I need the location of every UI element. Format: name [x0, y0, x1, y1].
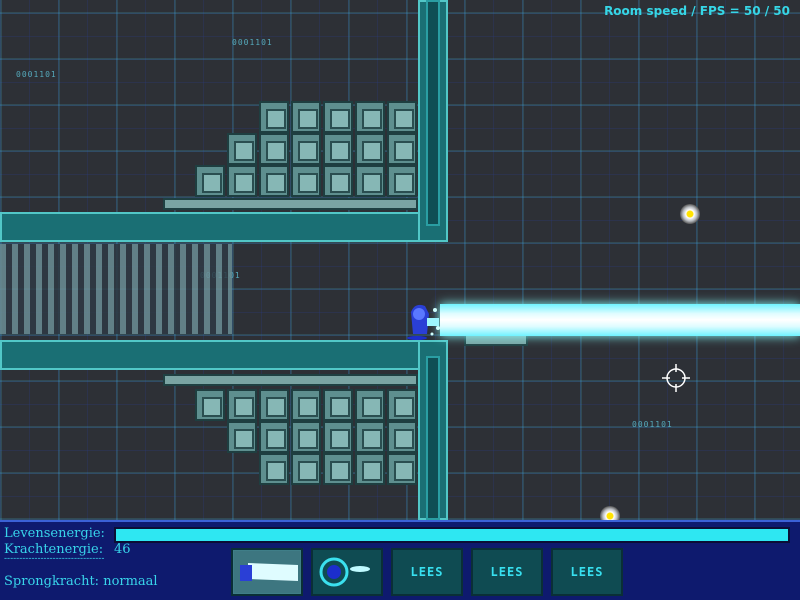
crate-block: [355, 133, 385, 165]
crate-block: [291, 421, 321, 453]
crate-block: [323, 101, 353, 133]
upper-wall-inner: [426, 0, 440, 226]
binary-decal: 0001101: [632, 420, 673, 429]
lower-wall-inner: [426, 356, 440, 520]
crate-block: [323, 453, 353, 485]
crate-block: [259, 453, 289, 485]
power-value: 46: [114, 542, 131, 557]
crate-block: [355, 165, 385, 197]
hud-separator: ---------------------------------: [4, 554, 105, 564]
player-character: [407, 304, 440, 340]
life-bar-fill: [116, 529, 788, 541]
life-label: Levensenergie:: [4, 526, 105, 541]
binary-decal: 0001101: [232, 38, 273, 47]
crate-block: [195, 389, 225, 421]
crate-block: [259, 389, 289, 421]
crate-block: [195, 165, 225, 197]
game-scene: Room speed / FPS = 50 / 50 0001101 00011…: [0, 0, 800, 520]
crate-block: [259, 101, 289, 133]
fps-readout: Room speed / FPS = 50 / 50: [604, 4, 790, 18]
crate-block: [291, 165, 321, 197]
crate-block: [355, 453, 385, 485]
crate-block: [323, 421, 353, 453]
corridor-bars: [0, 244, 232, 334]
weapon-slot-orb[interactable]: [311, 548, 383, 596]
crate-block: [291, 101, 321, 133]
laser-beam: [440, 304, 800, 336]
weapon-slot-empty[interactable]: LEES: [471, 548, 543, 596]
crate-block: [259, 421, 289, 453]
crate-block: [355, 101, 385, 133]
weapon-slot-empty[interactable]: LEES: [551, 548, 623, 596]
beam-weapon-icon: [234, 551, 300, 593]
upper-rail: [163, 198, 418, 210]
jump-label: Sprongkracht: normaal: [4, 574, 158, 589]
crate-block: [227, 133, 257, 165]
crate-block: [355, 421, 385, 453]
crate-block: [355, 389, 385, 421]
crate-block: [227, 421, 257, 453]
crate-block: [387, 389, 417, 421]
weapon-slot-empty[interactable]: LEES: [391, 548, 463, 596]
crosshair-icon[interactable]: [662, 364, 690, 392]
crate-block: [323, 165, 353, 197]
hud-panel: Levensenergie: Krachtenergie: 46 -------…: [0, 520, 800, 600]
crate-block: [291, 453, 321, 485]
crate-block: [291, 133, 321, 165]
crate-block: [259, 165, 289, 197]
crate-block: [227, 389, 257, 421]
lower-rail: [163, 374, 418, 386]
crate-block: [291, 389, 321, 421]
floating-orb-enemy: [600, 506, 620, 520]
crate-block: [387, 101, 417, 133]
orb-weapon-icon: [319, 557, 370, 587]
weapon-slot-beam[interactable]: [231, 548, 303, 596]
floating-orb-enemy: [680, 204, 700, 224]
crate-block: [387, 421, 417, 453]
crate-block: [323, 389, 353, 421]
binary-decal: 0001101: [16, 70, 57, 79]
lower-ceiling-wall: [0, 340, 448, 370]
upper-floor-wall: [0, 212, 448, 242]
crate-block: [387, 453, 417, 485]
life-bar: [114, 527, 790, 543]
crate-block: [227, 165, 257, 197]
crate-block: [387, 165, 417, 197]
crate-block: [323, 133, 353, 165]
crate-block: [387, 133, 417, 165]
crate-block: [259, 133, 289, 165]
